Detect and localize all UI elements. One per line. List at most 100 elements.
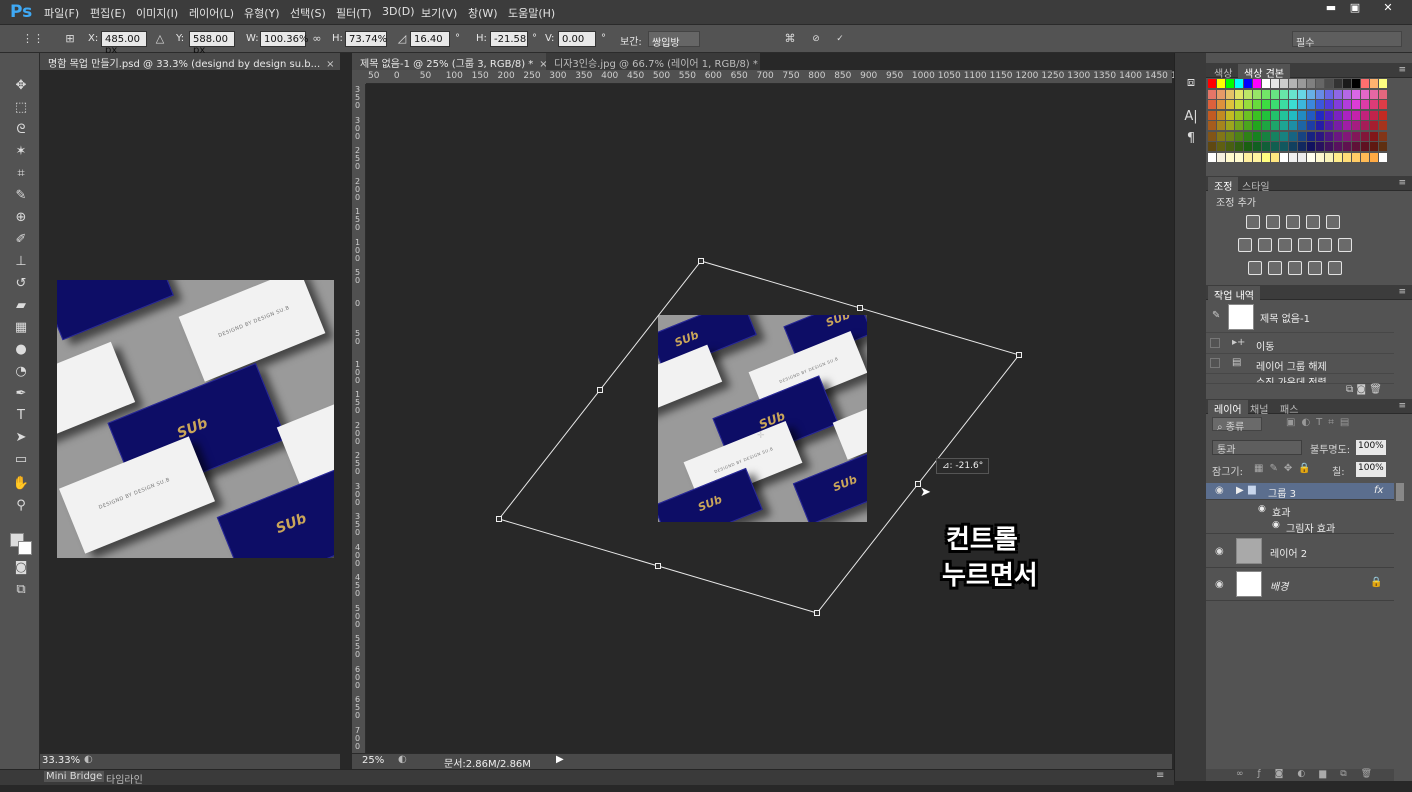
color-swatch[interactable]: [1253, 152, 1261, 162]
color-swatch[interactable]: [1289, 131, 1297, 141]
zoom-level-2[interactable]: 25%: [362, 755, 384, 766]
camera-icon[interactable]: ◙: [1356, 384, 1366, 395]
selective-color-icon[interactable]: [1328, 261, 1342, 275]
color-swatch[interactable]: [1316, 131, 1324, 141]
threshold-icon[interactable]: [1288, 261, 1302, 275]
new-group-icon[interactable]: ▆: [1319, 769, 1340, 779]
zoom-tool-icon[interactable]: ⚲: [10, 497, 32, 515]
color-swatch[interactable]: [1280, 110, 1288, 120]
fx-button-icon[interactable]: ƒ: [1258, 769, 1275, 779]
color-swatch[interactable]: [1370, 89, 1378, 99]
color-swatch[interactable]: [1289, 100, 1297, 109]
eye-icon[interactable]: ◉: [1215, 485, 1224, 496]
color-swatch[interactable]: [1343, 89, 1351, 99]
color-swatch[interactable]: [1253, 131, 1261, 141]
filter-icons[interactable]: ▣◐T⌗▤: [1286, 417, 1355, 428]
color-swatch[interactable]: [1226, 121, 1234, 130]
color-swatch[interactable]: [1343, 142, 1351, 151]
color-swatch[interactable]: [1370, 131, 1378, 141]
color-swatch[interactable]: [1379, 100, 1387, 109]
color-swatch[interactable]: [1289, 89, 1297, 99]
color-swatch[interactable]: [1316, 142, 1324, 151]
levels-icon[interactable]: [1266, 215, 1280, 229]
warp-icon[interactable]: ⌘: [782, 31, 798, 47]
eye-icon[interactable]: ◉: [1215, 546, 1224, 557]
panel-menu-icon[interactable]: ≡: [1398, 65, 1406, 75]
color-swatch[interactable]: [1217, 100, 1225, 109]
color-swatch[interactable]: [1343, 131, 1351, 141]
paragraph-panel-icon[interactable]: ¶: [1181, 129, 1201, 149]
color-swatch[interactable]: [1208, 152, 1216, 162]
tab-swatches[interactable]: 색상 견본: [1238, 64, 1290, 80]
layer-row-group3[interactable]: ◉ ▶ ▆ 그룹 3 fx: [1206, 483, 1394, 500]
color-swatch[interactable]: [1271, 110, 1279, 120]
color-swatch[interactable]: [1208, 100, 1216, 109]
maximize-button[interactable]: ▣: [1342, 0, 1368, 16]
color-swatch[interactable]: [1316, 121, 1324, 130]
color-swatch[interactable]: [1361, 142, 1369, 151]
color-swatch[interactable]: [1280, 100, 1288, 109]
tab-paths[interactable]: 패스: [1274, 400, 1304, 416]
h-field[interactable]: 73.74%: [345, 31, 387, 47]
color-swatch[interactable]: [1298, 110, 1306, 120]
background-color[interactable]: [18, 541, 32, 555]
lock-icons[interactable]: ▦✎✥🔒: [1254, 463, 1317, 474]
workspace-select[interactable]: 필수: [1292, 31, 1402, 49]
transform-handle-bottom-right[interactable]: [814, 610, 820, 616]
color-swatch[interactable]: [1289, 142, 1297, 151]
color-swatch[interactable]: [1325, 152, 1333, 162]
color-swatch[interactable]: [1343, 110, 1351, 120]
minimize-button[interactable]: ▬: [1318, 0, 1344, 16]
color-swatch[interactable]: [1352, 100, 1360, 109]
color-swatch[interactable]: [1325, 142, 1333, 151]
layer-row-drop-shadow[interactable]: ◉ 그림자 효과: [1206, 518, 1394, 535]
color-swatch[interactable]: [1289, 152, 1297, 162]
gradient-tool-icon[interactable]: ▦: [10, 319, 32, 337]
panel-menu-icon[interactable]: ≡: [1156, 770, 1164, 781]
eye-icon[interactable]: ◉: [1272, 520, 1280, 530]
shape-tool-icon[interactable]: ▭: [10, 451, 32, 469]
color-swatch[interactable]: [1271, 89, 1279, 99]
transform-handle-bottom[interactable]: [655, 563, 661, 569]
color-swatch[interactable]: [1235, 131, 1243, 141]
color-swatch[interactable]: [1226, 131, 1234, 141]
color-swatch[interactable]: [1379, 142, 1387, 151]
color-swatch[interactable]: [1280, 152, 1288, 162]
color-swatch[interactable]: [1379, 89, 1387, 99]
color-swatch[interactable]: [1298, 131, 1306, 141]
dodge-tool-icon[interactable]: ◔: [10, 363, 32, 381]
y-field[interactable]: 588.00 px: [189, 31, 235, 56]
angle-field[interactable]: 16.40: [410, 31, 450, 47]
color-swatch[interactable]: [1208, 89, 1216, 99]
reference-point-icon[interactable]: ⋮⋮: [22, 31, 44, 47]
color-swatch[interactable]: [1379, 131, 1387, 141]
character-panel-icon[interactable]: A|: [1181, 107, 1201, 127]
color-swatch[interactable]: [1262, 121, 1270, 130]
panel-menu-icon[interactable]: ≡: [1398, 178, 1406, 188]
color-swatch[interactable]: [1343, 100, 1351, 109]
info-icon[interactable]: ◐: [84, 754, 93, 765]
cancel-transform-icon[interactable]: ⊘: [808, 31, 824, 47]
color-swatch[interactable]: [1379, 121, 1387, 130]
color-swatch[interactable]: [1271, 152, 1279, 162]
tab-doc1[interactable]: 명함 목업 만들기.psd @ 33.3% (designd by design…: [40, 53, 340, 70]
color-swatch[interactable]: [1235, 100, 1243, 109]
menu-file[interactable]: 파일(F): [44, 5, 79, 21]
zoom-level-1[interactable]: 33.33%: [42, 755, 80, 766]
magic-wand-tool-icon[interactable]: ✶: [10, 143, 32, 161]
color-swatch[interactable]: [1298, 89, 1306, 99]
menu-select[interactable]: 선택(S): [290, 5, 326, 21]
color-swatch[interactable]: [1334, 131, 1342, 141]
status-menu-arrow-icon[interactable]: ▶: [556, 754, 564, 765]
color-swatch[interactable]: [1316, 152, 1324, 162]
color-swatch[interactable]: [1370, 100, 1378, 109]
color-swatch[interactable]: [1307, 152, 1315, 162]
color-swatch[interactable]: [1334, 89, 1342, 99]
eraser-tool-icon[interactable]: ▰: [10, 297, 32, 315]
link-icon[interactable]: ∞: [309, 31, 325, 47]
color-swatch[interactable]: [1325, 131, 1333, 141]
color-swatch[interactable]: [1226, 110, 1234, 120]
color-swatch[interactable]: [1262, 89, 1270, 99]
color-swatch[interactable]: [1244, 142, 1252, 151]
color-swatch[interactable]: [1235, 89, 1243, 99]
